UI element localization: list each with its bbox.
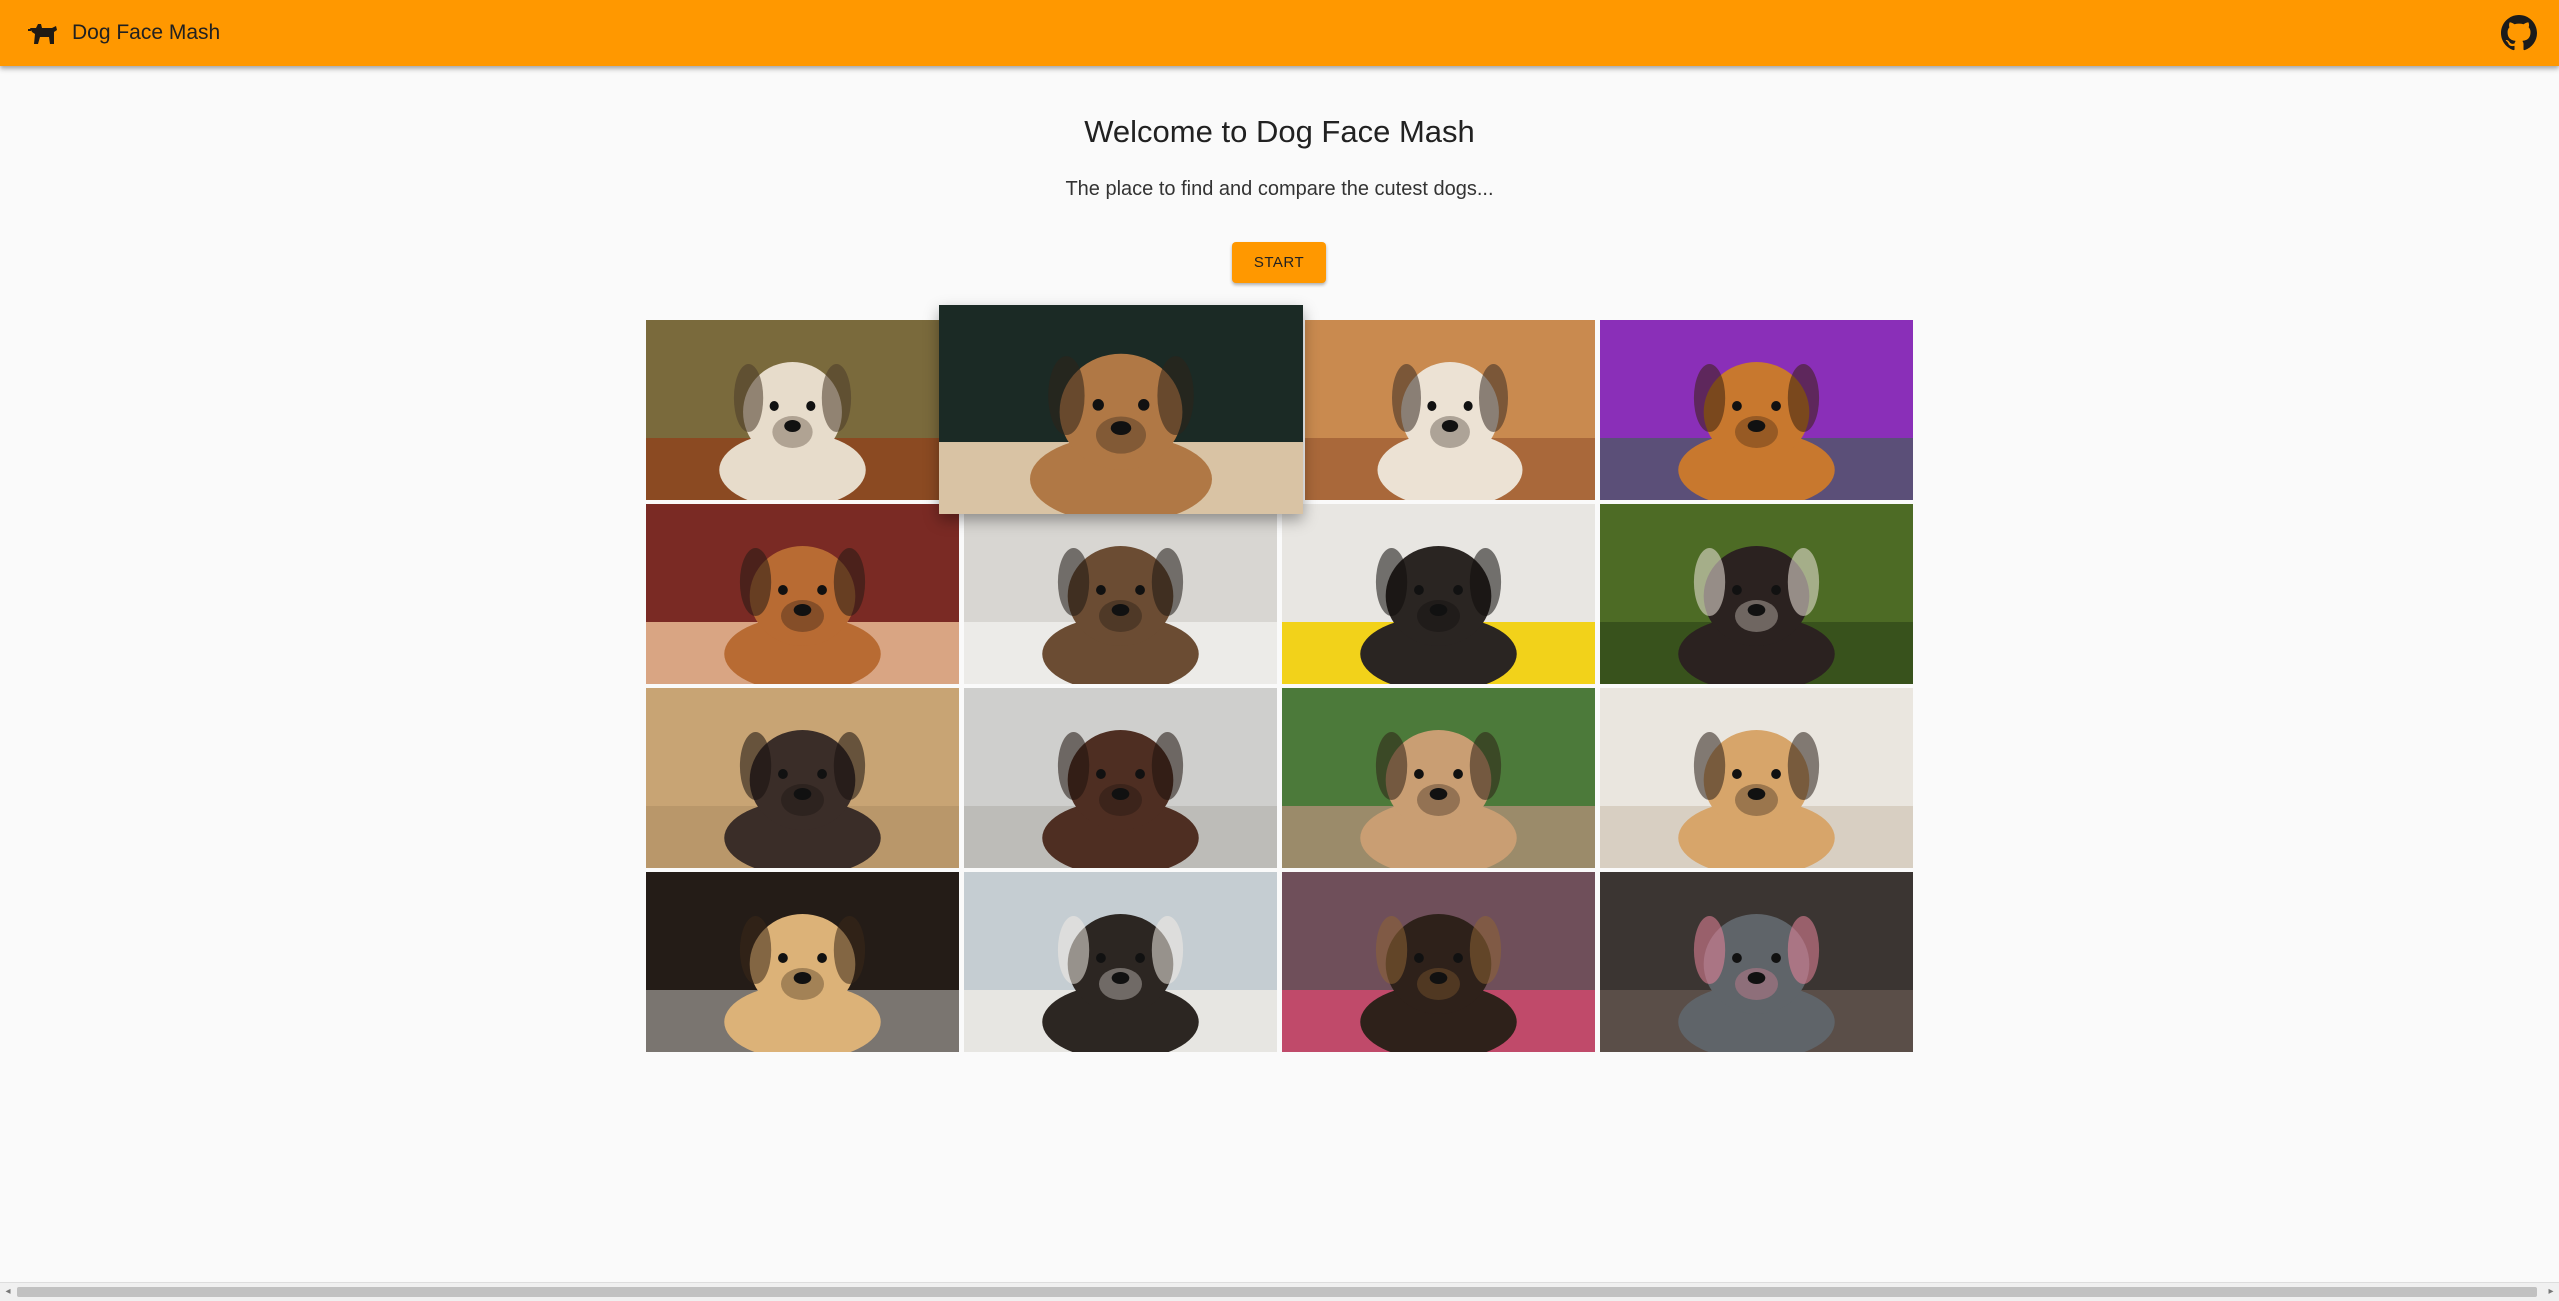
dog-photo — [646, 688, 959, 868]
dog-photo — [1600, 688, 1913, 868]
dog-photo — [1600, 504, 1913, 684]
dog-photo-tile[interactable] — [646, 320, 939, 500]
dog-photo-tile[interactable] — [1600, 872, 1913, 1052]
dog-photo-tile[interactable] — [1282, 872, 1595, 1052]
page-subtitle: The place to find and compare the cutest… — [1065, 178, 1494, 200]
dog-photo — [646, 320, 939, 500]
dog-photo — [646, 504, 959, 684]
dog-photo-tile[interactable] — [1282, 688, 1595, 868]
dog-photo-tile[interactable] — [1282, 504, 1595, 684]
dog-photo-tile[interactable] — [964, 872, 1277, 1052]
dog-photo-tile[interactable] — [646, 504, 959, 684]
dog-photo-tile[interactable] — [939, 305, 1303, 514]
dog-photo — [964, 872, 1277, 1052]
app-bar: Dog Face Mash — [0, 0, 2559, 66]
github-icon[interactable] — [2501, 15, 2537, 51]
scrollbar-thumb[interactable] — [17, 1287, 2537, 1297]
dog-photo-tile[interactable] — [1600, 504, 1913, 684]
dog-photo-tile[interactable] — [646, 872, 959, 1052]
app-title: Dog Face Mash — [72, 21, 221, 44]
start-button[interactable]: START — [1232, 242, 1326, 283]
dog-photo — [1600, 872, 1913, 1052]
dog-photo — [964, 688, 1277, 868]
horizontal-scrollbar[interactable]: ◂ ▸ — [0, 1282, 2559, 1301]
dog-photo — [964, 504, 1277, 684]
hero: Welcome to Dog Face Mash The place to fi… — [0, 110, 2559, 204]
dog-photo-tile[interactable] — [1305, 320, 1595, 500]
dog-photo-tile[interactable] — [646, 688, 959, 868]
dog-photo — [646, 872, 959, 1052]
dog-photo — [1282, 688, 1595, 868]
dog-photo-tile[interactable] — [1600, 688, 1913, 868]
page-title: Welcome to Dog Face Mash — [1084, 114, 1475, 149]
scroll-left-icon[interactable]: ◂ — [0, 1284, 16, 1300]
scroll-right-icon[interactable]: ▸ — [2543, 1284, 2559, 1300]
dog-photo-tile[interactable] — [964, 504, 1277, 684]
dog-photo — [1282, 872, 1595, 1052]
dog-photo — [1600, 320, 1913, 500]
dog-photo — [1282, 504, 1595, 684]
home-link[interactable]: Dog Face Mash — [26, 18, 220, 48]
dog-photo — [1305, 320, 1595, 500]
dog-photo — [939, 305, 1303, 514]
dog-icon — [28, 24, 57, 44]
dog-photo-tile[interactable] — [1600, 320, 1913, 500]
dog-photo-tile[interactable] — [964, 688, 1277, 868]
